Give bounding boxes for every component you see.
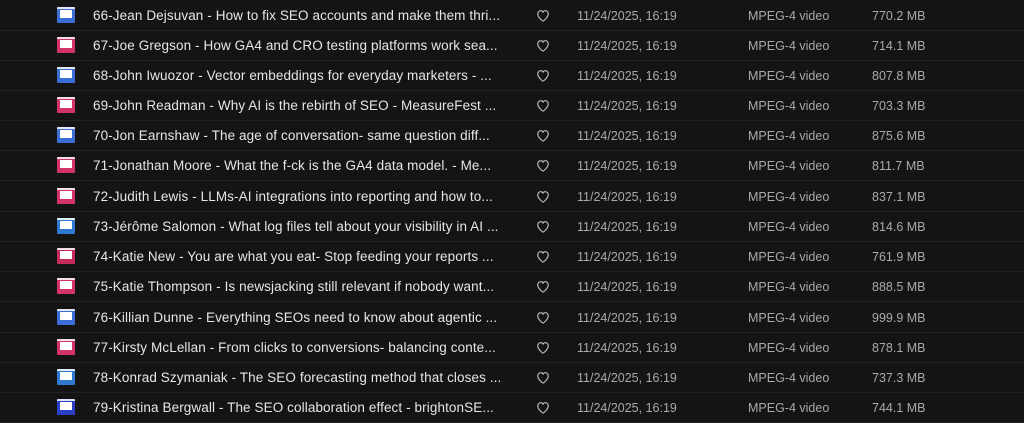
list-item[interactable]: 75-Katie Thompson - Is newsjacking still… (0, 272, 1024, 302)
list-item[interactable]: 72-Judith Lewis - LLMs-AI integrations i… (0, 182, 1024, 212)
file-size: 770.2 MB (872, 9, 926, 23)
file-name[interactable]: 77-Kirsty McLellan - From clicks to conv… (93, 340, 513, 355)
date-modified: 11/24/2025, 16:19 (577, 341, 677, 355)
file-name[interactable]: 66-Jean Dejsuvan - How to fix SEO accoun… (93, 8, 513, 23)
date-modified: 11/24/2025, 16:19 (577, 159, 677, 173)
date-modified: 11/24/2025, 16:19 (577, 99, 677, 113)
file-size: 875.6 MB (872, 129, 926, 143)
file-name[interactable]: 75-Katie Thompson - Is newsjacking still… (93, 279, 513, 294)
video-thumbnail-icon (57, 157, 75, 173)
file-size: 999.9 MB (872, 311, 926, 325)
file-name[interactable]: 71-Jonathan Moore - What the f-ck is the… (93, 158, 513, 173)
video-thumbnail-icon (57, 339, 75, 355)
list-item[interactable]: 78-Konrad Szymaniak - The SEO forecastin… (0, 363, 1024, 393)
file-kind: MPEG-4 video (748, 311, 830, 325)
file-size: 837.1 MB (872, 190, 926, 204)
video-thumbnail-icon (57, 369, 75, 385)
file-kind: MPEG-4 video (748, 280, 830, 294)
file-kind: MPEG-4 video (748, 99, 830, 113)
heart-icon[interactable] (536, 39, 550, 52)
date-modified: 11/24/2025, 16:19 (577, 250, 677, 264)
video-thumbnail-icon (57, 37, 75, 53)
video-thumbnail-icon (57, 309, 75, 325)
heart-icon[interactable] (536, 190, 550, 203)
date-modified: 11/24/2025, 16:19 (577, 371, 677, 385)
list-item[interactable]: 69-John Readman - Why AI is the rebirth … (0, 91, 1024, 121)
date-modified: 11/24/2025, 16:19 (577, 401, 677, 415)
video-thumbnail-icon (57, 218, 75, 234)
file-name[interactable]: 72-Judith Lewis - LLMs-AI integrations i… (93, 189, 513, 204)
video-thumbnail-icon (57, 97, 75, 113)
file-size: 703.3 MB (872, 99, 926, 113)
file-size: 807.8 MB (872, 69, 926, 83)
file-kind: MPEG-4 video (748, 250, 830, 264)
file-name[interactable]: 76-Killian Dunne - Everything SEOs need … (93, 310, 513, 325)
video-thumbnail-icon (57, 399, 75, 415)
file-kind: MPEG-4 video (748, 129, 830, 143)
list-item[interactable]: 67-Joe Gregson - How GA4 and CRO testing… (0, 31, 1024, 61)
video-thumbnail-icon (57, 278, 75, 294)
file-kind: MPEG-4 video (748, 220, 830, 234)
heart-icon[interactable] (536, 341, 550, 354)
file-size: 814.6 MB (872, 220, 926, 234)
file-kind: MPEG-4 video (748, 9, 830, 23)
heart-icon[interactable] (536, 311, 550, 324)
file-name[interactable]: 69-John Readman - Why AI is the rebirth … (93, 98, 513, 113)
file-name[interactable]: 79-Kristina Bergwall - The SEO collabora… (93, 400, 513, 415)
list-item[interactable]: 71-Jonathan Moore - What the f-ck is the… (0, 151, 1024, 181)
file-name[interactable]: 74-Katie New - You are what you eat- Sto… (93, 249, 513, 264)
video-thumbnail-icon (57, 248, 75, 264)
video-thumbnail-icon (57, 188, 75, 204)
list-item[interactable]: 66-Jean Dejsuvan - How to fix SEO accoun… (0, 1, 1024, 31)
file-kind: MPEG-4 video (748, 341, 830, 355)
file-name[interactable]: 78-Konrad Szymaniak - The SEO forecastin… (93, 370, 513, 385)
heart-icon[interactable] (536, 99, 550, 112)
heart-icon[interactable] (536, 159, 550, 172)
date-modified: 11/24/2025, 16:19 (577, 311, 677, 325)
file-name[interactable]: 68-John Iwuozor - Vector embeddings for … (93, 68, 513, 83)
video-thumbnail-icon (57, 7, 75, 23)
date-modified: 11/24/2025, 16:19 (577, 69, 677, 83)
heart-icon[interactable] (536, 69, 550, 82)
file-size: 761.9 MB (872, 250, 926, 264)
list-item[interactable]: 76-Killian Dunne - Everything SEOs need … (0, 303, 1024, 333)
list-item[interactable]: 70-Jon Earnshaw - The age of conversatio… (0, 121, 1024, 151)
heart-icon[interactable] (536, 220, 550, 233)
date-modified: 11/24/2025, 16:19 (577, 280, 677, 294)
heart-icon[interactable] (536, 129, 550, 142)
file-kind: MPEG-4 video (748, 69, 830, 83)
file-size: 811.7 MB (872, 159, 925, 173)
file-name[interactable]: 73-Jérôme Salomon - What log files tell … (93, 219, 513, 234)
file-kind: MPEG-4 video (748, 190, 830, 204)
file-kind: MPEG-4 video (748, 159, 830, 173)
date-modified: 11/24/2025, 16:19 (577, 190, 677, 204)
file-name[interactable]: 70-Jon Earnshaw - The age of conversatio… (93, 128, 513, 143)
file-size: 737.3 MB (872, 371, 926, 385)
video-thumbnail-icon (57, 67, 75, 83)
date-modified: 11/24/2025, 16:19 (577, 129, 677, 143)
file-size: 714.1 MB (872, 39, 926, 53)
heart-icon[interactable] (536, 9, 550, 22)
date-modified: 11/24/2025, 16:19 (577, 39, 677, 53)
list-item[interactable]: 68-John Iwuozor - Vector embeddings for … (0, 61, 1024, 91)
heart-icon[interactable] (536, 250, 550, 263)
list-item[interactable]: 73-Jérôme Salomon - What log files tell … (0, 212, 1024, 242)
file-size: 878.1 MB (872, 341, 926, 355)
date-modified: 11/24/2025, 16:19 (577, 220, 677, 234)
heart-icon[interactable] (536, 371, 550, 384)
file-list: 66-Jean Dejsuvan - How to fix SEO accoun… (0, 0, 1024, 423)
video-thumbnail-icon (57, 127, 75, 143)
file-kind: MPEG-4 video (748, 371, 830, 385)
list-item[interactable]: 79-Kristina Bergwall - The SEO collabora… (0, 393, 1024, 423)
heart-icon[interactable] (536, 280, 550, 293)
date-modified: 11/24/2025, 16:19 (577, 9, 677, 23)
heart-icon[interactable] (536, 401, 550, 414)
file-kind: MPEG-4 video (748, 401, 830, 415)
list-item[interactable]: 74-Katie New - You are what you eat- Sto… (0, 242, 1024, 272)
file-size: 744.1 MB (872, 401, 926, 415)
list-item[interactable]: 77-Kirsty McLellan - From clicks to conv… (0, 333, 1024, 363)
file-name[interactable]: 67-Joe Gregson - How GA4 and CRO testing… (93, 38, 513, 53)
file-size: 888.5 MB (872, 280, 926, 294)
file-kind: MPEG-4 video (748, 39, 830, 53)
